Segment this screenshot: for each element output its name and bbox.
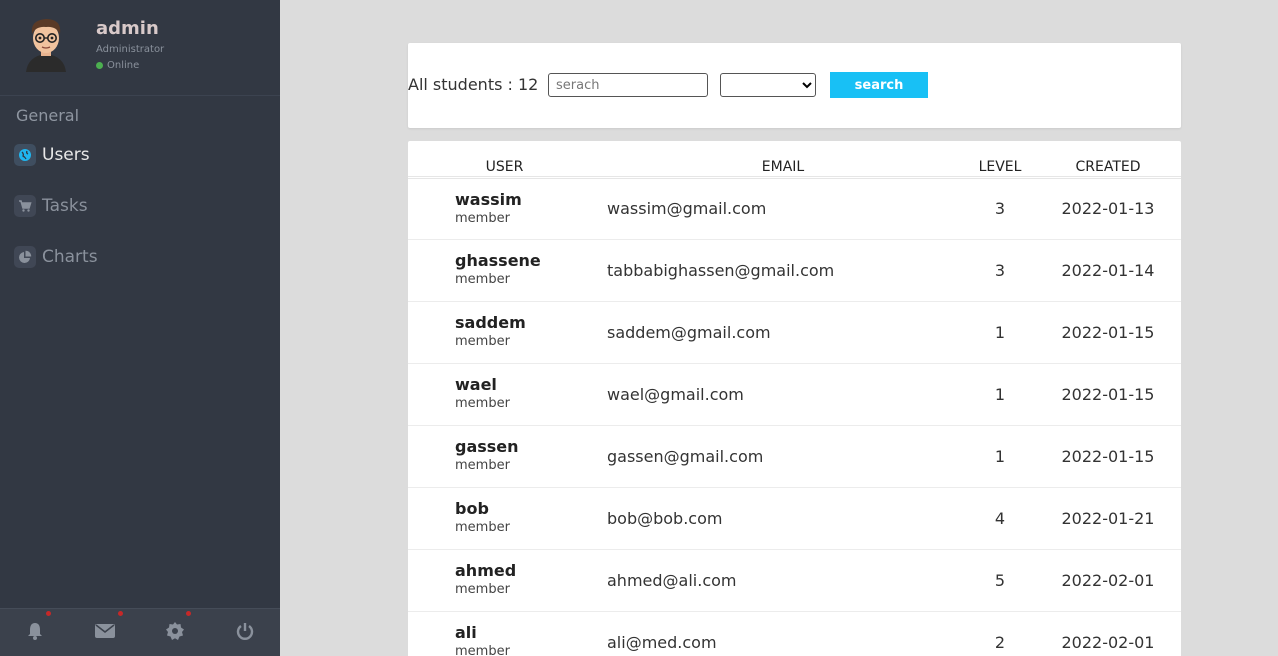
user-name: ahmed — [455, 561, 517, 580]
users-table: USER EMAIL LEVEL CREATED wassim member w… — [408, 141, 1181, 656]
profile-panel: admin Administrator Online — [0, 0, 280, 96]
profile-status-label: Online — [107, 60, 140, 71]
user-cell: bob member — [408, 487, 601, 550]
user-name: bob — [455, 499, 489, 518]
sidebar-item-label: Charts — [42, 247, 98, 267]
logout-button[interactable] — [210, 609, 280, 656]
students-count-label: All students : 12 — [408, 75, 539, 94]
level-cell: 5 — [965, 549, 1035, 612]
table-row[interactable]: gassen member gassen@gmail.com 1 2022-01… — [408, 425, 1181, 488]
email-cell: tabbabighassen@gmail.com — [601, 239, 965, 302]
user-role: member — [455, 458, 510, 473]
created-cell: 2022-01-13 — [1035, 177, 1181, 240]
users-table-panel: USER EMAIL LEVEL CREATED wassim member w… — [408, 141, 1181, 656]
user-role: member — [455, 210, 510, 226]
user-role: member — [455, 334, 510, 349]
column-header-level: LEVEL — [965, 141, 1035, 179]
column-header-email: EMAIL — [601, 141, 965, 179]
user-cell: ahmed member — [408, 549, 601, 612]
sidebar-item-tasks[interactable]: Tasks — [14, 195, 88, 217]
user-cell: gassen member — [408, 425, 601, 488]
level-cell: 1 — [965, 425, 1035, 488]
user-role: member — [455, 644, 510, 656]
search-button[interactable]: search — [830, 72, 928, 98]
email-cell: gassen@gmail.com — [601, 425, 965, 488]
level-cell: 4 — [965, 487, 1035, 550]
table-row[interactable]: wassim member wassim@gmail.com 3 2022-01… — [408, 177, 1181, 240]
user-name: gassen — [455, 437, 519, 456]
user-role: member — [455, 396, 510, 411]
search-input[interactable] — [548, 73, 708, 97]
email-cell: bob@bob.com — [601, 487, 965, 550]
user-name: ghassene — [455, 251, 541, 270]
user-cell: wassim member — [408, 177, 601, 240]
table-row[interactable]: bob member bob@bob.com 4 2022-01-21 — [408, 487, 1181, 550]
user-role: member — [455, 520, 510, 535]
column-header-user: USER — [408, 141, 601, 179]
bell-icon — [25, 621, 45, 645]
notification-dot — [118, 611, 123, 616]
notification-dot — [186, 611, 191, 616]
created-cell: 2022-01-21 — [1035, 487, 1181, 550]
sidebar-section-title: General — [16, 106, 80, 125]
level-cell: 1 — [965, 301, 1035, 364]
profile-name: admin — [96, 18, 159, 39]
search-panel: All students : 12 search — [408, 43, 1181, 128]
profile-status: Online — [96, 60, 139, 71]
table-row[interactable]: wael member wael@gmail.com 1 2022-01-15 — [408, 363, 1181, 426]
created-cell: 2022-01-15 — [1035, 425, 1181, 488]
table-row[interactable]: saddem member saddem@gmail.com 1 2022-01… — [408, 301, 1181, 364]
globe-icon — [14, 144, 36, 166]
created-cell: 2022-01-15 — [1035, 301, 1181, 364]
avatar — [18, 14, 74, 72]
email-cell: wael@gmail.com — [601, 363, 965, 426]
email-cell: ahmed@ali.com — [601, 549, 965, 612]
settings-button[interactable] — [140, 609, 210, 656]
profile-role: Administrator — [96, 44, 165, 55]
created-cell: 2022-01-14 — [1035, 239, 1181, 302]
sidebar-bottom-bar — [0, 608, 280, 656]
sidebar-item-label: Tasks — [42, 196, 88, 216]
pie-chart-icon — [14, 246, 36, 268]
user-cell: saddem member — [408, 301, 601, 364]
user-role: member — [455, 272, 510, 287]
filter-select[interactable] — [720, 73, 816, 97]
sidebar-item-label: Users — [42, 145, 90, 165]
table-header-row: USER EMAIL LEVEL CREATED — [408, 141, 1181, 179]
notifications-button[interactable] — [0, 609, 70, 656]
level-cell: 3 — [965, 239, 1035, 302]
messages-button[interactable] — [70, 609, 140, 656]
user-cell: wael member — [408, 363, 601, 426]
online-status-dot — [96, 62, 103, 69]
cart-icon — [14, 195, 36, 217]
user-role: member — [455, 582, 510, 597]
level-cell: 1 — [965, 363, 1035, 426]
email-cell: wassim@gmail.com — [601, 177, 965, 240]
created-cell: 2022-02-01 — [1035, 611, 1181, 656]
user-name: saddem — [455, 313, 526, 332]
notification-dot — [46, 611, 51, 616]
level-cell: 2 — [965, 611, 1035, 656]
user-name: ali — [455, 623, 477, 642]
user-name: wassim — [455, 189, 522, 209]
email-cell: saddem@gmail.com — [601, 301, 965, 364]
user-cell: ali member — [408, 611, 601, 656]
table-row[interactable]: ghassene member tabbabighassen@gmail.com… — [408, 239, 1181, 302]
column-header-created: CREATED — [1035, 141, 1181, 179]
power-icon — [235, 621, 255, 645]
table-row[interactable]: ali member ali@med.com 2 2022-02-01 — [408, 611, 1181, 656]
table-row[interactable]: ahmed member ahmed@ali.com 5 2022-02-01 — [408, 549, 1181, 612]
gear-icon — [165, 621, 185, 645]
sidebar: admin Administrator Online General Users… — [0, 0, 280, 656]
sidebar-item-charts[interactable]: Charts — [14, 246, 98, 268]
created-cell: 2022-02-01 — [1035, 549, 1181, 612]
email-cell: ali@med.com — [601, 611, 965, 656]
created-cell: 2022-01-15 — [1035, 363, 1181, 426]
sidebar-item-users[interactable]: Users — [14, 144, 90, 166]
level-cell: 3 — [965, 177, 1035, 240]
envelope-icon — [94, 622, 116, 644]
user-name: wael — [455, 375, 497, 394]
user-cell: ghassene member — [408, 239, 601, 302]
